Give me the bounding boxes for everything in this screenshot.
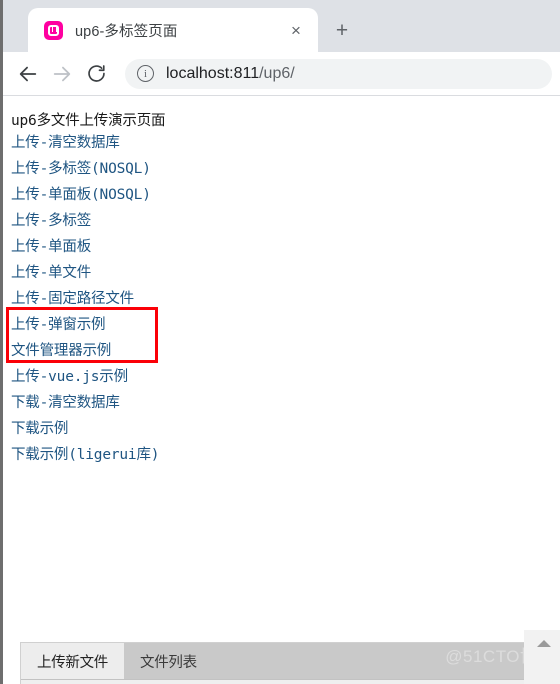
forward-icon[interactable] [47,59,77,89]
close-icon[interactable]: × [284,18,308,42]
link-upload-single-file[interactable]: 上传-单文件 [11,260,560,286]
browser-tab[interactable]: up6-多标签页面 × [28,8,318,52]
page-title: up6多文件上传演示页面 [11,113,166,129]
url-path: /up6/ [259,64,295,82]
link-download-demo[interactable]: 下载示例 [11,416,560,442]
url-host: localhost:811 [166,64,260,82]
demo-link-list: 上传-清空数据库 上传-多标签(NOSQL) 上传-单面板(NOSQL) 上传-… [6,130,560,468]
back-icon[interactable] [13,59,43,89]
chevron-up-icon [536,640,551,647]
link-upload-clear-db[interactable]: 上传-清空数据库 [11,130,560,156]
site-info-icon[interactable]: i [137,65,154,82]
address-bar[interactable]: i localhost:811/up6/ [125,58,552,89]
link-file-manager-demo[interactable]: 文件管理器示例 [11,338,560,364]
page-content: up6多文件上传演示页面 上传-清空数据库 上传-多标签(NOSQL) 上传-单… [6,97,560,684]
reload-icon[interactable] [81,59,111,89]
link-upload-multitab-nosql[interactable]: 上传-多标签(NOSQL) [11,156,560,182]
link-upload-singlepanel-nosql[interactable]: 上传-单面板(NOSQL) [11,182,560,208]
up6-logo-icon [44,20,63,40]
link-upload-dialog-demo[interactable]: 上传-弹窗示例 [11,312,560,338]
link-upload-vue-demo[interactable]: 上传-vue.js示例 [11,364,560,390]
upload-widget-toolbar: 选择文件 选择目录 粘贴 [21,680,560,684]
link-download-clear-db[interactable]: 下载-清空数据库 [11,390,560,416]
browser-tab-strip: up6-多标签页面 × + [3,0,560,52]
link-download-ligerui-demo[interactable]: 下载示例(ligerui库) [11,442,560,468]
scroll-to-top-button[interactable] [524,630,560,684]
browser-tab-title: up6-多标签页面 [75,23,178,40]
link-upload-fixed-path-file[interactable]: 上传-固定路径文件 [11,286,560,312]
tab-file-list[interactable]: 文件列表 [124,643,213,679]
link-upload-multitab[interactable]: 上传-多标签 [11,208,560,234]
address-bar-url: localhost:811/up6/ [166,65,295,83]
tab-upload-new-file[interactable]: 上传新文件 [21,643,124,679]
link-upload-singlepanel[interactable]: 上传-单面板 [11,234,560,260]
new-tab-icon[interactable]: + [328,16,356,44]
browser-window: up6-多标签页面 × + i localhost:811/up6/ up6多文… [0,0,560,684]
browser-nav-bar: i localhost:811/up6/ [3,52,560,96]
